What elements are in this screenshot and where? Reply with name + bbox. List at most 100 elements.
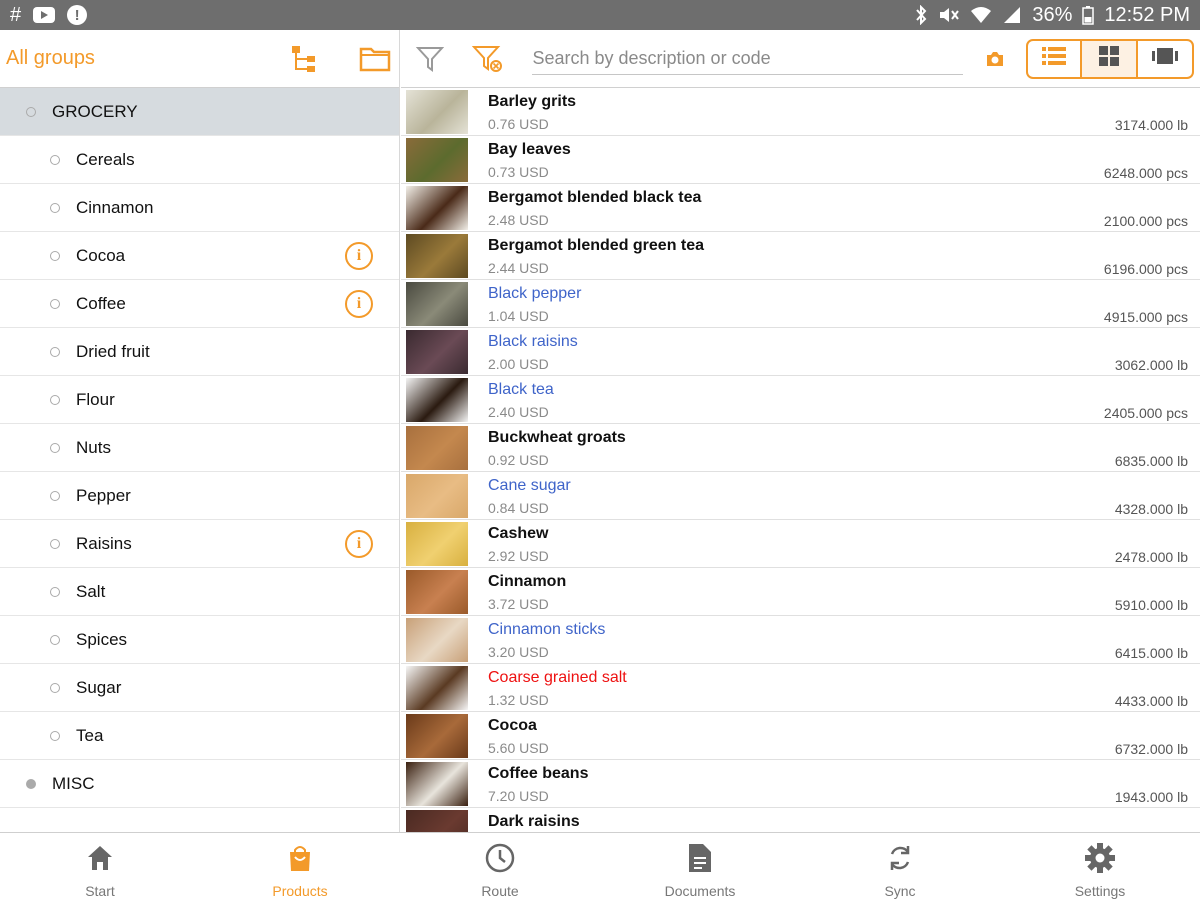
carousel-view-button[interactable]	[1137, 38, 1194, 79]
group-row[interactable]: Dried fruit	[0, 328, 399, 376]
list-view-button[interactable]	[1025, 38, 1082, 79]
clear-filter-icon[interactable]	[472, 43, 503, 75]
product-row[interactable]: Bergamot blended black tea 2.48 USD 2100.0…	[401, 184, 1200, 232]
product-thumbnail	[406, 234, 468, 278]
product-name: Bergamot blended green tea	[488, 237, 705, 254]
wifi-icon	[970, 5, 992, 25]
group-row[interactable]: Nuts	[0, 424, 399, 472]
product-name: Barley grits	[488, 93, 577, 110]
nav-sync[interactable]: Sync	[800, 833, 1000, 900]
product-name: Bay leaves	[488, 141, 571, 158]
filter-icon[interactable]	[415, 43, 446, 75]
groups-panel: All groups GROCERY Cereals Cinnamon Cocoa i C…	[0, 30, 400, 832]
product-price: 5.60 USD	[488, 740, 549, 756]
grid-view-button[interactable]	[1081, 38, 1138, 79]
product-row[interactable]: Buckwheat groats 0.92 USD 6835.000 lb	[401, 424, 1200, 472]
product-thumbnail	[406, 474, 468, 518]
product-row[interactable]: Black pepper 1.04 USD 4915.000 pcs	[401, 280, 1200, 328]
product-price: 0.73 USD	[488, 164, 549, 180]
product-thumbnail	[406, 330, 468, 374]
product-name: Cocoa	[488, 717, 537, 734]
bullet-icon	[50, 346, 60, 357]
product-thumbnail	[406, 714, 468, 758]
product-row[interactable]: Coffee beans 7.20 USD 1943.000 lb	[401, 760, 1200, 808]
product-row[interactable]: Cashew 2.92 USD 2478.000 lb	[401, 520, 1200, 568]
all-groups-link[interactable]: All groups	[6, 47, 253, 70]
group-row[interactable]: MISC	[0, 760, 399, 808]
product-price: 2.40 USD	[488, 404, 549, 420]
product-price: 3.20 USD	[488, 644, 549, 660]
shopping-bag-icon	[283, 841, 317, 875]
product-price: 1.32 USD	[488, 692, 549, 708]
product-row[interactable]: Dark raisins	[401, 808, 1200, 832]
product-row[interactable]: Bay leaves 0.73 USD 6248.000 pcs	[401, 136, 1200, 184]
group-row[interactable]: Cereals	[0, 136, 399, 184]
product-price: 2.48 USD	[488, 212, 549, 228]
product-quantity: 6248.000 pcs	[1103, 165, 1188, 181]
nav-route[interactable]: Route	[400, 833, 600, 900]
folder-icon[interactable]	[357, 41, 393, 77]
product-row[interactable]: Bergamot blended green tea 2.44 USD 6196.0…	[401, 232, 1200, 280]
bluetooth-icon	[914, 5, 928, 25]
group-row[interactable]: Coffee i	[0, 280, 399, 328]
product-quantity: 6732.000 lb	[1114, 741, 1188, 757]
group-label: GROCERY	[52, 101, 138, 121]
group-row[interactable]: Spices	[0, 616, 399, 664]
group-row[interactable]: Pepper	[0, 472, 399, 520]
product-thumbnail	[406, 762, 468, 806]
hash-icon: #	[10, 3, 22, 26]
group-row[interactable]: Cocoa i	[0, 232, 399, 280]
product-name: Black raisins	[488, 333, 578, 350]
home-icon	[83, 841, 117, 875]
info-icon[interactable]: i	[345, 290, 373, 318]
product-row[interactable]: Cinnamon sticks 3.20 USD 6415.000 lb	[401, 616, 1200, 664]
product-price: 0.92 USD	[488, 452, 549, 468]
product-name: Black pepper	[488, 285, 582, 302]
group-row[interactable]: Raisins i	[0, 520, 399, 568]
nav-documents[interactable]: Documents	[600, 833, 800, 900]
product-row[interactable]: Coarse grained salt 1.32 USD 4433.000 lb	[401, 664, 1200, 712]
product-row[interactable]: Cinnamon 3.72 USD 5910.000 lb	[401, 568, 1200, 616]
product-name: Coffee beans	[488, 765, 589, 782]
product-row[interactable]: Black tea 2.40 USD 2405.000 pcs	[401, 376, 1200, 424]
product-row[interactable]: Cane sugar 0.84 USD 4328.000 lb	[401, 472, 1200, 520]
product-list: Barley grits 0.76 USD 3174.000 lb Bay leave…	[401, 88, 1200, 832]
group-row[interactable]: Tea	[0, 712, 399, 760]
clock-time: 12:52 PM	[1104, 3, 1190, 26]
group-label: Tea	[76, 725, 104, 745]
group-label: Dried fruit	[76, 341, 150, 361]
group-label: Salt	[76, 581, 106, 601]
product-row[interactable]: Barley grits 0.76 USD 3174.000 lb	[401, 88, 1200, 136]
nav-products[interactable]: Products	[200, 833, 400, 900]
tree-view-icon[interactable]	[287, 41, 323, 77]
product-price: 2.92 USD	[488, 548, 549, 564]
info-icon[interactable]: i	[345, 242, 373, 270]
nav-label: Start	[85, 883, 115, 899]
group-label: Raisins	[76, 533, 132, 553]
status-bar-right: 36% 12:52 PM	[914, 4, 1190, 27]
info-icon[interactable]: i	[345, 530, 373, 558]
group-row[interactable]: Flour	[0, 376, 399, 424]
product-quantity: 4433.000 lb	[1114, 693, 1188, 709]
nav-start[interactable]: Start	[0, 833, 200, 900]
signal-icon	[1002, 5, 1022, 25]
group-row[interactable]: GROCERY	[0, 88, 399, 136]
product-row[interactable]: Cocoa 5.60 USD 6732.000 lb	[401, 712, 1200, 760]
bullet-icon	[50, 730, 60, 741]
product-thumbnail	[406, 810, 468, 832]
camera-icon[interactable]	[985, 48, 1006, 70]
search-input[interactable]	[532, 42, 963, 75]
bullet-icon	[50, 634, 60, 645]
product-thumbnail	[406, 666, 468, 710]
product-quantity: 3174.000 lb	[1114, 117, 1188, 133]
nav-settings[interactable]: Settings	[1000, 833, 1200, 900]
product-price: 7.20 USD	[488, 788, 549, 804]
nav-label: Settings	[1074, 883, 1126, 899]
group-row[interactable]: Sugar	[0, 664, 399, 712]
product-quantity: 2478.000 lb	[1114, 549, 1188, 565]
product-price: 0.84 USD	[488, 500, 549, 516]
product-row[interactable]: Black raisins 2.00 USD 3062.000 lb	[401, 328, 1200, 376]
groups-header: All groups	[0, 30, 399, 88]
group-row[interactable]: Salt	[0, 568, 399, 616]
group-row[interactable]: Cinnamon	[0, 184, 399, 232]
